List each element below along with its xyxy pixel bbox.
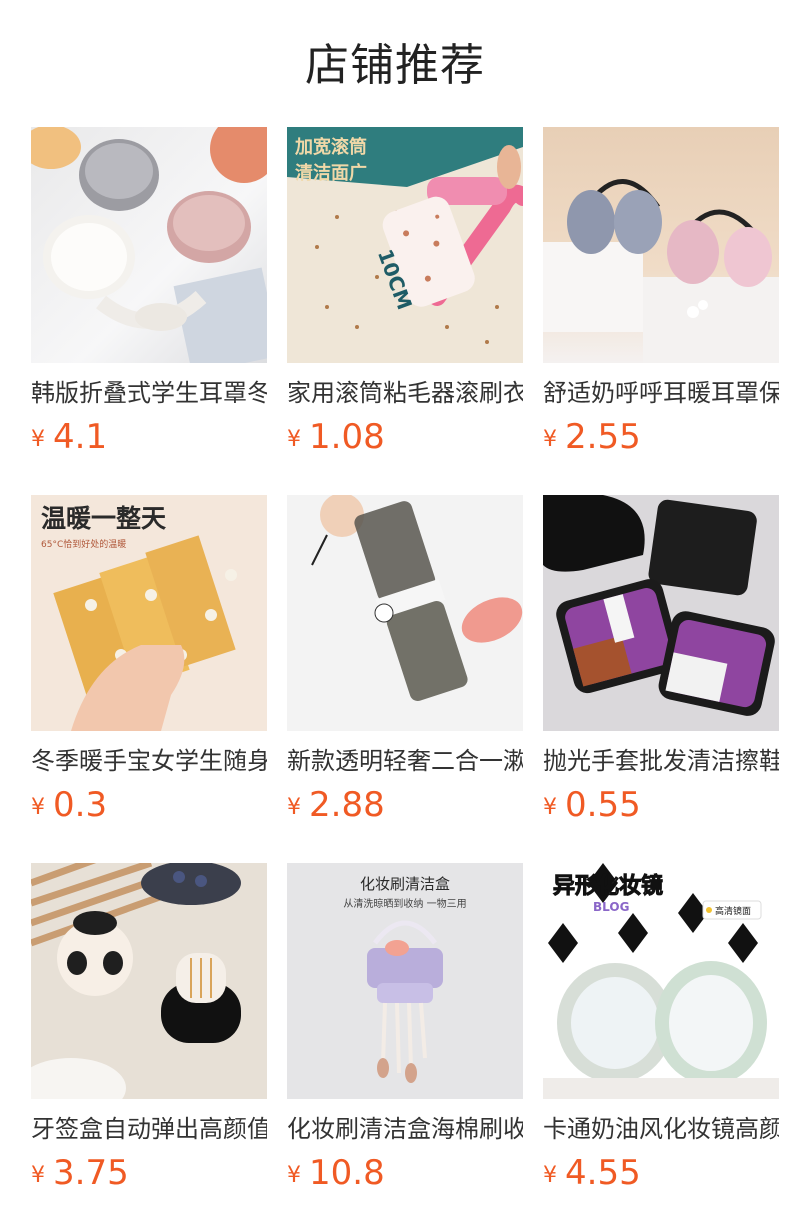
product-card[interactable]: 异形化妆镜 BLOG 高清镜面 卡通奶油风化妆镜高颜 ¥4.55: [543, 863, 779, 1231]
price-value: 0.3: [53, 785, 108, 825]
product-card[interactable]: 加宽滚筒 清洁面广 10CM 家用滚筒粘毛器滚刷衣 ¥ 1.08: [287, 127, 523, 495]
product-name[interactable]: 家用滚筒粘毛器滚刷衣: [287, 376, 523, 410]
product-price: ¥2.55: [543, 415, 641, 459]
product-price: ¥0.3: [31, 783, 107, 827]
badge: 高清镜面: [715, 905, 751, 917]
product-image[interactable]: 异形化妆镜 BLOG 高清镜面: [543, 863, 779, 1099]
store-recommendations-page: 店铺推荐 韩版折叠式学生耳罩冬 ¥ 4.1 加宽滚筒 清洁面广 10CM 家用滚…: [0, 0, 790, 1232]
brush-cleaning-box-image: 化妆刷清洁盒 从清洗晾晒到收纳 一物三用: [343, 875, 467, 1083]
product-grid: 韩版折叠式学生耳罩冬 ¥4.1 加宽滚筒 清洁面广 10CM 家用滚筒粘毛器滚刷…: [31, 127, 779, 1231]
price-value: 4.1: [53, 417, 108, 457]
product-price: ¥4.55: [543, 1151, 641, 1195]
product-name[interactable]: 抛光手套批发清洁擦鞋: [543, 744, 779, 778]
ear-warmers-image: [543, 179, 779, 363]
product-card[interactable]: 韩版折叠式学生耳罩冬 ¥4.1: [31, 127, 267, 495]
rinse-cup-image: [311, 495, 523, 701]
product-image[interactable]: 温暖一整天 65°C恰到好处的温暖: [31, 495, 267, 731]
headline: 温暖一整天: [41, 504, 166, 533]
product-image[interactable]: 加宽滚筒 清洁面广 10CM: [287, 127, 523, 363]
shoe-polish-glove-image: [543, 495, 775, 716]
price-value: 10.8: [309, 1153, 385, 1193]
product-name[interactable]: 韩版折叠式学生耳罩冬: [31, 376, 267, 410]
product-image[interactable]: [543, 495, 779, 731]
toothpick-box-image: [31, 863, 241, 1099]
product-image[interactable]: [543, 127, 779, 363]
currency-symbol: ¥: [287, 427, 301, 452]
product-image[interactable]: [31, 127, 267, 363]
cartoon-mirror-image: 异形化妆镜 BLOG 高清镜面: [543, 863, 779, 1099]
product-price: ¥3.75: [31, 1151, 129, 1195]
product-card[interactable]: 舒适奶呼呼耳暖耳罩保 ¥2.55: [543, 127, 779, 495]
product-card[interactable]: 抛光手套批发清洁擦鞋 ¥0.55: [543, 495, 779, 863]
headline: 化妆刷清洁盒: [360, 875, 450, 893]
product-image[interactable]: [287, 495, 523, 731]
product-name[interactable]: 冬季暖手宝女学生随身: [31, 744, 267, 778]
headline: 异形化妆镜: [553, 873, 663, 899]
currency-symbol: ¥: [287, 795, 301, 820]
page-title: 店铺推荐: [305, 40, 485, 91]
product-name[interactable]: 化妆刷清洁盒海棉刷收: [287, 1112, 523, 1146]
hand-warmer-pack-image: 温暖一整天 65°C恰到好处的温暖: [41, 504, 237, 731]
price-value: 1.08: [309, 417, 385, 457]
product-name[interactable]: 新款透明轻奢二合一漱: [287, 744, 523, 778]
product-price: ¥1.08: [287, 415, 385, 459]
product-name[interactable]: 卡通奶油风化妆镜高颜: [543, 1112, 779, 1146]
currency-symbol: ¥: [543, 427, 557, 452]
lint-roller-image: 加宽滚筒 清洁面广 10CM: [287, 127, 523, 344]
price-value: 2.55: [565, 417, 641, 457]
subline: 65°C恰到好处的温暖: [41, 538, 126, 550]
currency-symbol: ¥: [31, 427, 45, 452]
tag: BLOG: [593, 900, 629, 914]
product-price: ¥2.88: [287, 783, 385, 827]
price-value: 3.75: [53, 1153, 129, 1193]
product-card[interactable]: 温暖一整天 65°C恰到好处的温暖 冬季暖手宝女学生随身 ¥0.3: [31, 495, 267, 863]
product-name[interactable]: 牙签盒自动弹出高颜值: [31, 1112, 267, 1146]
currency-symbol: ¥: [543, 795, 557, 820]
product-price: ¥10.8: [287, 1151, 385, 1195]
product-price: ¥4.1: [31, 415, 107, 459]
product-price: ¥0.55: [543, 783, 641, 827]
price-value: 2.88: [309, 785, 385, 825]
currency-symbol: ¥: [31, 795, 45, 820]
banner-line1: 加宽滚筒: [294, 136, 367, 158]
product-name[interactable]: 舒适奶呼呼耳暖耳罩保: [543, 376, 779, 410]
currency-symbol: ¥: [543, 1163, 557, 1188]
earmuffs-image: [31, 127, 267, 363]
product-card[interactable]: 化妆刷清洁盒 从清洗晾晒到收纳 一物三用 化妆刷清洁盒海棉刷收 ¥10.8: [287, 863, 523, 1231]
subline: 从清洗晾晒到收纳 一物三用: [343, 897, 466, 910]
product-image[interactable]: 化妆刷清洁盒 从清洗晾晒到收纳 一物三用: [287, 863, 523, 1099]
price-value: 4.55: [565, 1153, 641, 1193]
product-card[interactable]: 牙签盒自动弹出高颜值 ¥3.75: [31, 863, 267, 1231]
currency-symbol: ¥: [31, 1163, 45, 1188]
banner-line2: 清洁面广: [295, 162, 367, 184]
product-image[interactable]: [31, 863, 267, 1099]
product-card[interactable]: 新款透明轻奢二合一漱 ¥2.88: [287, 495, 523, 863]
price-value: 0.55: [565, 785, 641, 825]
currency-symbol: ¥: [287, 1163, 301, 1188]
